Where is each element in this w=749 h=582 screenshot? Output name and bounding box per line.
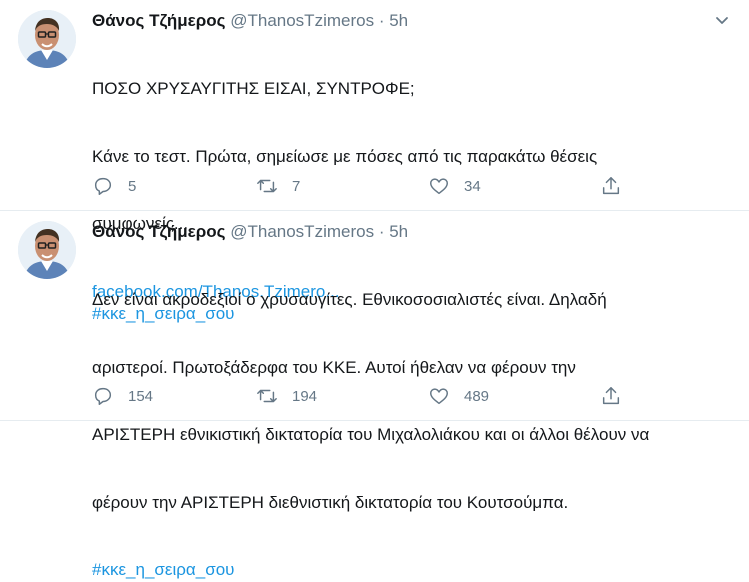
meta-separator: ·	[378, 11, 385, 30]
reply-button[interactable]: 154	[92, 384, 153, 408]
tweet-header: Θάνος Τζήμερος @ThanosTzimeros · 5h	[92, 220, 709, 244]
reply-icon	[94, 387, 112, 405]
user-handle[interactable]: @ThanosTzimeros	[230, 11, 374, 30]
tweet-text-line: ΑΡΙΣΤΕΡΗ εθνικιστική δικτατορία του Μιχα…	[92, 425, 650, 444]
user-handle[interactable]: @ThanosTzimeros	[230, 222, 374, 241]
retweet-button[interactable]: 194	[256, 384, 317, 408]
tweet-text-line: φέρουν την ΑΡΙΣΤΕΡΗ διεθνιστική δικτατορ…	[92, 492, 569, 512]
reply-count: 154	[128, 387, 154, 405]
like-icon	[430, 178, 448, 195]
tweet-text-line: αριστεροί. Πρωτοξάδερφα του ΚΚΕ. Αυτοί ή…	[92, 357, 576, 377]
tweet-text-line: Κάνε το τεστ. Πρώτα, σημείωσε με πόσες α…	[92, 146, 598, 166]
share-icon	[602, 177, 620, 195]
retweet-button[interactable]: 7	[256, 174, 300, 198]
hashtag-link[interactable]: #κκε_η_σειρα_σου	[92, 559, 709, 582]
reply-count: 5	[128, 177, 137, 195]
like-icon	[430, 388, 448, 405]
user-name[interactable]: Θάνος Τζήμερος	[92, 11, 225, 30]
tweet-actions: 5 7 34	[92, 174, 632, 198]
tweet[interactable]: Θάνος Τζήμερος @ThanosTzimeros · 5h Δεν …	[0, 211, 749, 579]
tweet[interactable]: Θάνος Τζήμερος @ThanosTzimeros · 5h ΠΟΣΟ…	[0, 0, 749, 323]
reply-icon	[94, 177, 112, 195]
tweet-text-line: Δεν είναι ακροδεξιοί ο χρυσαυγίτες. Εθνι…	[92, 290, 607, 309]
like-count: 34	[464, 177, 481, 195]
share-icon	[602, 387, 620, 405]
chevron-down-icon[interactable]	[715, 14, 729, 28]
user-name[interactable]: Θάνος Τζήμερος	[92, 222, 225, 241]
retweet-count: 7	[292, 177, 301, 195]
tweet-text-line: ΠΟΣΟ ΧΡΥΣΑΥΓΙΤΗΣ ΕΙΣΑΙ, ΣΥΝΤΡΟΦΕ;	[92, 79, 415, 98]
reply-button[interactable]: 5	[92, 174, 136, 198]
share-button[interactable]	[600, 384, 622, 408]
tweet-time[interactable]: 5h	[389, 11, 408, 30]
avatar[interactable]	[18, 10, 76, 68]
like-count: 489	[464, 387, 490, 405]
tweet-header: Θάνος Τζήμερος @ThanosTzimeros · 5h	[92, 9, 709, 33]
like-button[interactable]: 489	[428, 384, 489, 408]
like-button[interactable]: 34	[428, 174, 481, 198]
retweet-icon	[257, 389, 277, 403]
meta-separator: ·	[378, 222, 385, 241]
tweet-time[interactable]: 5h	[389, 222, 408, 241]
tweet-actions: 154 194 489	[92, 384, 632, 408]
retweet-count: 194	[292, 387, 318, 405]
retweet-icon	[257, 179, 277, 193]
avatar[interactable]	[18, 221, 76, 279]
share-button[interactable]	[600, 174, 622, 198]
